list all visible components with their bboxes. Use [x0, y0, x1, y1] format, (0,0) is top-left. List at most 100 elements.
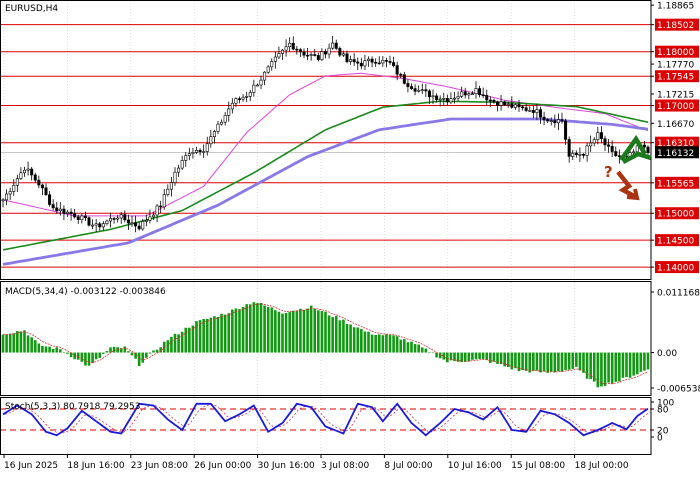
macd-bar	[84, 352, 87, 366]
macd-bar	[639, 352, 643, 372]
macd-bar	[306, 308, 309, 353]
macd-title: MACD(5,34,4) -0.003122 -0.003846	[5, 287, 166, 297]
macd-bar	[345, 323, 349, 353]
macd-bar	[127, 351, 130, 353]
candle-body	[15, 178, 19, 186]
candle-body	[62, 208, 66, 214]
candle-body	[349, 59, 353, 62]
level-tag-label: 1.15565	[657, 179, 694, 189]
stoch-tick-label: 80	[657, 406, 669, 416]
macd-bar	[116, 347, 119, 353]
candle-body	[306, 54, 310, 57]
macd-bar	[245, 304, 248, 353]
candle-body	[116, 217, 120, 220]
candle-body	[438, 98, 442, 101]
macd-bar	[180, 331, 184, 353]
macd-bar	[535, 352, 539, 371]
candle-body	[134, 222, 138, 227]
price-tick-label: 1.17215	[657, 90, 694, 100]
candle-body	[567, 139, 571, 157]
candle-body	[152, 214, 156, 218]
time-tick-label: 18 Jun 16:00	[67, 461, 124, 471]
candle-body	[431, 95, 435, 98]
candle-body	[22, 169, 26, 174]
macd-bar	[266, 306, 270, 353]
candle-body	[91, 224, 95, 227]
macd-bar	[467, 352, 471, 362]
macd-bar	[324, 311, 327, 353]
candle-body	[546, 119, 550, 122]
time-tick-label: 30 Jun 16:00	[258, 461, 315, 471]
candle-body	[148, 216, 152, 221]
macd-bar	[137, 352, 141, 367]
candle-body	[101, 223, 105, 228]
candle-body	[80, 215, 84, 221]
candle-body	[266, 66, 270, 73]
macd-bar	[514, 352, 517, 369]
candle-body	[195, 149, 199, 153]
candle-body	[288, 42, 292, 48]
time-tick-label: 16 Jun 2025	[4, 461, 58, 471]
candle-body	[399, 73, 403, 76]
macd-bar	[438, 352, 442, 359]
candle-body	[499, 101, 503, 106]
candle-body	[574, 152, 578, 155]
level-tag-label: 1.14000	[657, 264, 694, 274]
candle-body	[592, 139, 596, 144]
macd-bar	[66, 352, 69, 354]
macd-bar	[317, 310, 320, 353]
candle-body	[341, 53, 345, 56]
macd-tick-label: -0.006538	[657, 385, 700, 395]
trading-chart[interactable]: 1.18865 1.18502 1.18000 1.17770 1.17545 1.172…	[0, 0, 700, 500]
candle-body	[105, 220, 109, 224]
candle-body	[470, 93, 474, 95]
macd-bar	[152, 350, 155, 353]
macd-bar	[485, 352, 489, 361]
chart-canvas[interactable]: 1.18865 1.18502 1.18000 1.17770 1.17545 1.172…	[0, 0, 700, 500]
candle-body	[381, 60, 385, 64]
macd-bar	[148, 352, 152, 354]
candle-body	[463, 91, 467, 96]
macd-bar	[553, 352, 557, 373]
macd-bar	[252, 302, 256, 353]
candle-body	[44, 187, 48, 196]
candle-body	[356, 61, 360, 64]
macd-bar	[281, 313, 284, 353]
macd-bar	[220, 313, 223, 353]
candle-body	[227, 108, 231, 116]
candle-body	[456, 96, 460, 99]
candle-body	[617, 155, 621, 157]
candle-body	[603, 138, 607, 146]
macd-bar	[578, 352, 582, 371]
level-tag-label: 1.14500	[657, 237, 694, 247]
macd-bar	[19, 331, 23, 353]
macd-bar	[241, 307, 245, 353]
candle-body	[87, 217, 91, 226]
macd-bar	[205, 319, 209, 353]
macd-bar	[98, 352, 102, 358]
macd-bar	[424, 348, 428, 353]
candle-body	[98, 223, 102, 228]
macd-bar	[406, 342, 410, 353]
candle-body	[449, 98, 453, 103]
candle-body	[632, 151, 636, 154]
macd-bar	[463, 352, 467, 362]
macd-bar	[596, 352, 600, 388]
candle-body	[395, 65, 399, 75]
candle-body	[510, 103, 514, 108]
macd-bar	[141, 352, 145, 363]
candle-body	[169, 182, 173, 190]
candle-body	[137, 225, 141, 230]
candle-body	[320, 51, 324, 60]
macd-bar	[528, 352, 532, 373]
symbol-title: EURUSD,H4	[5, 4, 58, 14]
macd-bar	[428, 352, 431, 354]
macd-bar	[603, 352, 607, 386]
candle-body	[528, 110, 532, 112]
candle-body	[392, 62, 396, 66]
macd-bar	[582, 352, 585, 373]
candle-body	[259, 79, 263, 86]
macd-bar	[403, 339, 406, 353]
macd-bar	[1, 334, 5, 353]
candle-body	[12, 184, 16, 192]
